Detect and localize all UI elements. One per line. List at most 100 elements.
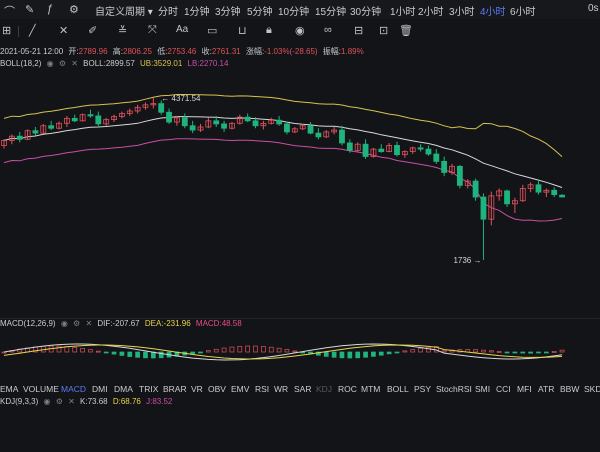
macd-bar [426, 346, 431, 353]
macd-bar [190, 351, 195, 355]
macd-bar [441, 350, 447, 353]
indicator-tab[interactable]: MTM [361, 384, 380, 394]
macd-bar [103, 351, 109, 354]
macd-bar [386, 351, 392, 355]
macd-bar [206, 350, 211, 353]
indicator-tabs: EMA VOLUME MACD DMI DMA TRIX BRAR VR OBV EMV RSI WR… [0, 382, 600, 396]
k-label: K: [80, 397, 88, 406]
macd-bar [229, 346, 235, 353]
macd-bar [268, 346, 274, 353]
indicator-tab[interactable]: WR [274, 384, 288, 394]
macd-label: MACD: [195, 319, 222, 328]
macd-bar [355, 351, 361, 359]
candle-body [307, 125, 314, 134]
macd-bar [245, 345, 251, 353]
indicator-tab[interactable]: DMA [114, 384, 133, 394]
macd-bar [543, 351, 549, 354]
candle-body [559, 194, 565, 198]
macd-info: MACD(12,26,9) ◉ ⚙ ✕ DIF:-207.67 DEA:-231… [0, 319, 245, 328]
kdj-info: KDJ(9,3,3) ◉ ⚙ ✕ K:73.68 D:68.76 J:83.52 [0, 397, 175, 406]
indicator-tab[interactable]: StochRSI [436, 384, 472, 394]
macd-value: 48.58 [221, 319, 242, 328]
indicator-tab[interactable]: OBV [208, 384, 226, 394]
boll-lower-line [3, 138, 563, 222]
indicator-tab[interactable]: BOLL [387, 384, 409, 394]
macd-bar [504, 351, 510, 354]
d-label: D: [112, 397, 121, 406]
candle-body [166, 111, 172, 123]
macd-bar [253, 345, 258, 353]
indicator-tab[interactable]: EMV [231, 384, 249, 394]
candle-body [425, 148, 432, 155]
macd-bar [551, 351, 557, 353]
indicator-tab[interactable]: VOLUME [23, 384, 59, 394]
macd-bar [221, 347, 227, 353]
low-annotation: 1736 → [453, 256, 481, 265]
candle-body [394, 145, 400, 156]
macd-bar [95, 350, 101, 353]
macd-bar [292, 350, 298, 353]
indicator-tab[interactable]: BRAR [163, 384, 187, 394]
candle-body [362, 143, 369, 157]
candle-body [244, 116, 251, 122]
indicator-tab[interactable]: ROC [338, 384, 357, 394]
candle-body [480, 196, 487, 220]
indicator-tab[interactable]: EMA [0, 384, 18, 394]
indicator-tab[interactable]: MFI [517, 384, 532, 394]
macd-bar [473, 349, 478, 353]
macd-bar [56, 345, 62, 353]
candle-body [433, 153, 440, 162]
macd-bar [410, 349, 416, 353]
macd-bar [143, 351, 148, 359]
candle-body [95, 115, 102, 125]
indicator-tab[interactable]: SMI [475, 384, 490, 394]
indicator-tab[interactable]: MACD [61, 384, 86, 394]
close-icon[interactable]: ✕ [85, 319, 92, 328]
macd-bar [512, 351, 518, 354]
macd-bar [111, 351, 117, 355]
macd-bar [323, 351, 329, 357]
eye-icon[interactable]: ◉ [43, 397, 50, 406]
indicator-tab[interactable]: SAR [294, 384, 311, 394]
indicator-tab[interactable]: TRIX [139, 384, 158, 394]
macd-bar [402, 350, 408, 353]
indicator-tab[interactable]: VR [191, 384, 203, 394]
indicator-tab[interactable]: SKD [584, 384, 600, 394]
macd-bar [261, 346, 266, 353]
candle-body [472, 180, 479, 198]
indicator-tab[interactable]: PSY [414, 384, 431, 394]
indicator-tab[interactable]: BBW [560, 384, 579, 394]
macd-bar [72, 346, 78, 353]
candle-body [441, 161, 448, 173]
candle-body [417, 147, 424, 150]
macd-bar [520, 351, 526, 354]
macd-bar [88, 349, 93, 353]
indicator-tab[interactable]: RSI [255, 384, 269, 394]
candle-body [504, 190, 510, 205]
high-annotation: ← 4371.54 [161, 94, 201, 103]
candle-body [16, 135, 23, 140]
macd-bar [135, 351, 140, 358]
eye-icon[interactable]: ◉ [61, 319, 68, 328]
kdj-name: KDJ(9,3,3) [0, 397, 39, 406]
macd-bar [378, 351, 384, 356]
indicator-tab[interactable]: CCI [496, 384, 511, 394]
settings-icon[interactable]: ⚙ [56, 397, 63, 406]
candle-body [221, 123, 227, 129]
candle-body [252, 120, 259, 127]
macd-bar [119, 351, 125, 356]
macd-bar [80, 348, 85, 353]
indicator-tab[interactable]: DMI [92, 384, 108, 394]
settings-icon[interactable]: ⚙ [73, 319, 80, 328]
indicator-tab[interactable]: ATR [538, 384, 554, 394]
candle-body [346, 142, 353, 151]
macd-bar [198, 351, 203, 354]
k-value: 73.68 [87, 397, 108, 406]
macd-bar [536, 351, 541, 354]
indicator-tab[interactable]: KDJ [316, 384, 332, 394]
macd-bar [127, 351, 133, 357]
macd-bar [284, 349, 290, 353]
macd-name: MACD(12,26,9) [0, 319, 56, 328]
candle-body [32, 130, 39, 134]
close-icon[interactable]: ✕ [68, 397, 75, 406]
